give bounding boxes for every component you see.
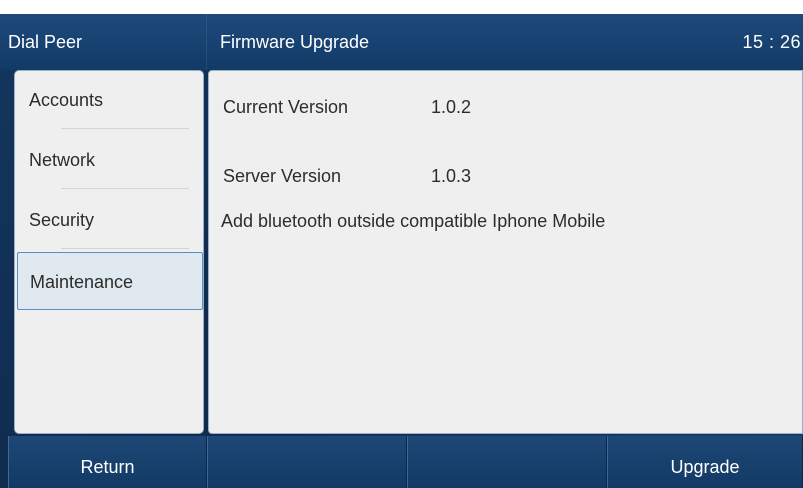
sidebar-item-label: Accounts (29, 90, 104, 110)
title-divider (206, 14, 207, 70)
sidebar-divider (61, 188, 189, 189)
server-version-row: Server Version 1.0.3 (223, 166, 471, 187)
softkey-bar: Return Upgrade (8, 436, 803, 488)
current-version-value: 1.0.2 (431, 97, 472, 117)
softkey-2-button[interactable] (207, 436, 407, 488)
left-title: Dial Peer (8, 32, 83, 52)
softkey-3-button[interactable] (407, 436, 607, 488)
sidebar-item-security[interactable]: Security (15, 191, 203, 249)
current-version-row: Current Version 1.0.2 (223, 97, 471, 118)
sidebar-item-maintenance[interactable]: Maintenance (17, 252, 203, 310)
sidebar-item-label: Network (29, 150, 96, 170)
return-button[interactable]: Return (8, 436, 207, 488)
sidebar-divider (61, 248, 189, 249)
sidebar-divider (61, 128, 189, 129)
title-bar: Dial Peer Firmware Upgrade 15 : 26 (0, 14, 803, 70)
sidebar-item-label: Security (29, 210, 95, 230)
upgrade-button[interactable]: Upgrade (607, 436, 803, 488)
firmware-upgrade-panel: Current Version 1.0.2 Server Version 1.0.3… (208, 70, 803, 434)
release-note: Add bluetooth outside compatible Iphone … (221, 211, 606, 231)
page-title: Firmware Upgrade (220, 32, 370, 52)
server-version-value: 1.0.3 (431, 166, 472, 186)
sidebar-item-label: Maintenance (30, 272, 134, 292)
current-version-label: Current Version (223, 97, 349, 117)
server-version-label: Server Version (223, 166, 342, 186)
clock: 15 : 26 (742, 32, 801, 52)
sidebar-item-accounts[interactable]: Accounts (15, 71, 203, 129)
phone-screen: Dial Peer Firmware Upgrade 15 : 26 Accou… (0, 14, 803, 488)
settings-sidebar: Accounts Network Security Maintenance (14, 70, 204, 434)
sidebar-item-network[interactable]: Network (15, 131, 203, 189)
